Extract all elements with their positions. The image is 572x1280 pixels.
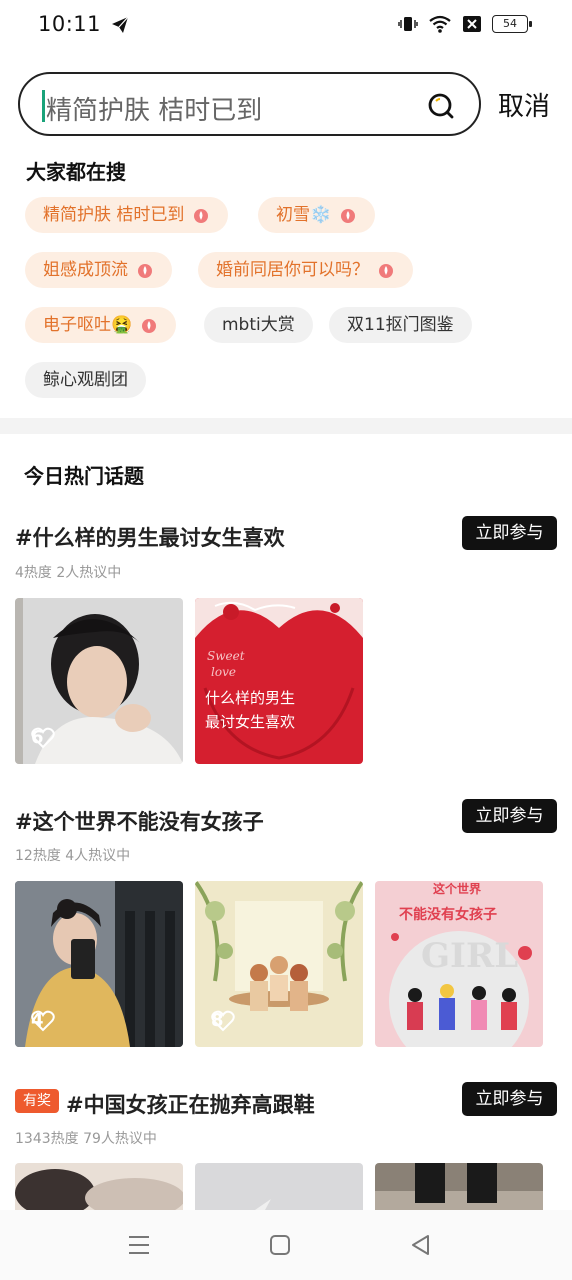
tag-label: mbti大赏 — [222, 315, 295, 335]
cancel-button[interactable]: 取消 — [498, 86, 550, 123]
battery-icon: 54 — [492, 15, 532, 33]
topic-image[interactable]: 8 — [195, 881, 363, 1047]
tag-label: 双11抠门图鉴 — [347, 315, 454, 335]
text-caret — [42, 90, 45, 122]
fire-icon — [379, 264, 393, 278]
search-input-value: 精简护肤 桔时已到 — [46, 96, 263, 126]
topic-image[interactable] — [375, 1163, 543, 1210]
like-count[interactable]: 4 — [31, 1010, 55, 1032]
no-sim-icon — [463, 16, 481, 32]
thumb-caption: 这个世界 — [433, 881, 481, 896]
fire-icon — [138, 264, 152, 278]
fire-icon — [142, 319, 157, 333]
home-icon[interactable] — [267, 1232, 293, 1258]
thumb-caption: 不能没有女孩子 — [399, 906, 497, 923]
hot-topics-title: 今日热门话题 — [24, 464, 144, 488]
like-count[interactable]: 6 — [31, 727, 55, 749]
join-button[interactable]: 立即参与 — [462, 516, 557, 550]
search-tag[interactable]: 双11抠门图鉴 — [329, 307, 472, 343]
topic-title[interactable]: #这个世界不能没有女孩子 — [15, 806, 264, 836]
topic-meta: 12热度 4人热议中 — [15, 848, 131, 864]
heart-icon — [31, 1010, 55, 1032]
search-tag[interactable]: 鲸心观剧团 — [25, 362, 146, 398]
tag-label: 精简护肤 桔时已到 — [43, 205, 185, 225]
system-nav-bar — [0, 1210, 572, 1280]
search-input[interactable]: 精简护肤 桔时已到 — [18, 72, 481, 136]
search-icon[interactable] — [427, 92, 455, 120]
search-tag[interactable]: mbti大赏 — [204, 307, 313, 343]
tag-label: 鲸心观剧团 — [43, 370, 128, 390]
thumb-caption: 最讨女生喜欢 — [205, 713, 295, 731]
search-tag[interactable]: 电子呕吐🤮 — [25, 307, 177, 343]
topic-image[interactable]: Sweet love 什么样的男生 最讨女生喜欢 — [195, 598, 363, 764]
topic-title[interactable]: #什么样的男生最讨女生喜欢 — [15, 522, 285, 552]
search-tag[interactable]: 姐感成顶流 — [25, 252, 172, 288]
join-button[interactable]: 立即参与 — [462, 1082, 557, 1116]
tag-label: 姐感成顶流 — [43, 260, 128, 280]
like-count[interactable]: 8 — [211, 1010, 235, 1032]
fire-icon — [341, 209, 356, 223]
status-time: 10:11 — [38, 12, 102, 36]
thumb-caption: 什么样的男生 — [205, 689, 295, 707]
menu-icon[interactable] — [126, 1232, 152, 1258]
tag-label: 初雪❄️ — [276, 205, 332, 225]
thumb-caption: GIRL — [421, 936, 518, 976]
status-bar: 10:11 54 — [0, 0, 572, 52]
search-tag[interactable]: 婚前同居你可以吗？ — [198, 252, 413, 288]
topic-image[interactable] — [195, 1163, 363, 1210]
section-divider — [0, 418, 572, 434]
vibrate-icon — [398, 17, 418, 31]
wifi-icon — [429, 15, 451, 33]
tag-label: 婚前同居你可以吗？ — [216, 260, 369, 280]
thumb-caption: love — [211, 665, 236, 679]
topic-meta: 4热度 2人热议中 — [15, 565, 122, 581]
join-button[interactable]: 立即参与 — [462, 799, 557, 833]
back-icon[interactable] — [408, 1232, 434, 1258]
topic-meta: 1343热度 79人热议中 — [15, 1131, 157, 1147]
tag-label: 电子呕吐🤮 — [43, 315, 133, 335]
topic-image[interactable]: 这个世界 不能没有女孩子 GIRL — [375, 881, 543, 1047]
topic-image[interactable]: 4 — [15, 881, 183, 1047]
trending-title: 大家都在搜 — [26, 160, 126, 184]
thumb-caption: Sweet — [207, 649, 245, 663]
search-tag[interactable]: 精简护肤 桔时已到 — [25, 197, 229, 233]
heart-icon — [31, 727, 55, 749]
fire-icon — [194, 209, 209, 223]
heart-icon — [211, 1010, 235, 1032]
award-badge: 有奖 — [15, 1089, 59, 1113]
topic-image[interactable]: 6 — [15, 598, 183, 764]
topic-title[interactable]: #中国女孩正在抛弃高跟鞋 — [66, 1089, 315, 1119]
topic-image[interactable] — [15, 1163, 183, 1210]
telegram-icon — [112, 16, 129, 33]
search-tag[interactable]: 初雪❄️ — [258, 197, 376, 233]
